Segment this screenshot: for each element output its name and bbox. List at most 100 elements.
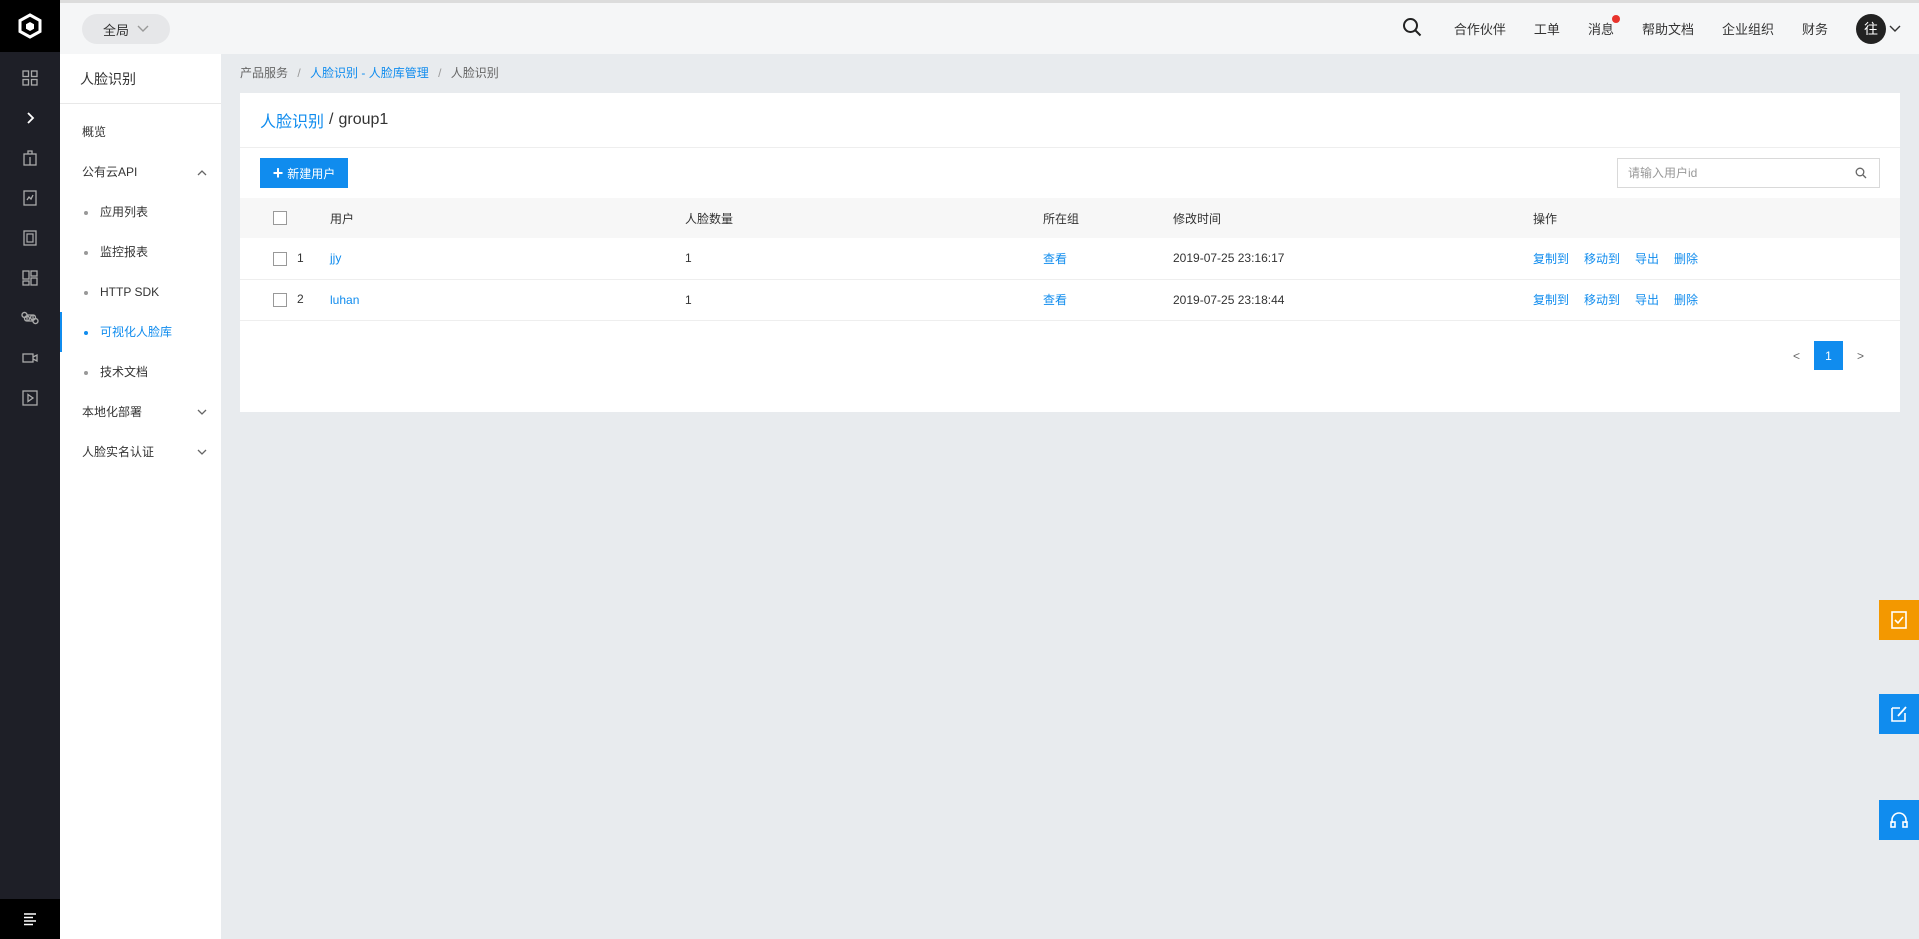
rail-item-storage[interactable] [0, 218, 60, 258]
sidebar-item-monitor-report[interactable]: 监控报表 [60, 232, 221, 272]
table-row: 1 jjy 1 查看 2019-07-25 23:16:17 复制到 移动到 导出 删… [240, 238, 1900, 279]
breadcrumb-separator: / [297, 66, 301, 80]
sidebar-item-realname[interactable]: 人脸实名认证 [60, 432, 221, 472]
command-icon [21, 311, 39, 325]
title-group-name: group1 [338, 111, 389, 128]
sidebar-item-tech-docs[interactable]: 技术文档 [60, 352, 221, 392]
play-icon [22, 390, 38, 406]
breadcrumb-link-face-lib[interactable]: 人脸识别 - 人脸库管理 [310, 66, 429, 80]
sidebar-item-overview[interactable]: 概览 [60, 112, 221, 152]
table-header-row: 用户 人脸数量 所在组 修改时间 操作 [240, 198, 1900, 238]
table-row: 2 luhan 1 查看 2019-07-25 23:18:44 复制到 移动到 导… [240, 279, 1900, 320]
left-rail [0, 0, 60, 939]
edit-icon [1891, 706, 1907, 722]
header-select-cell [240, 198, 330, 238]
avatar: 往 [1856, 13, 1886, 44]
rail-expand[interactable] [0, 98, 60, 138]
view-group-link[interactable]: 查看 [1043, 252, 1067, 266]
rail-item-camera[interactable] [0, 338, 60, 378]
rail-dashboard[interactable] [0, 58, 60, 98]
delete-link[interactable]: 删除 [1674, 293, 1698, 307]
sidebar-item-local-deploy[interactable]: 本地化部署 [60, 392, 221, 432]
sidebar-item-app-list[interactable]: 应用列表 [60, 192, 221, 232]
sidebar-item-http-sdk[interactable]: HTTP SDK [60, 272, 221, 312]
scope-selector[interactable]: 全局 [82, 14, 170, 44]
user-link[interactable]: jjy [330, 251, 341, 265]
plus-icon: + [272, 163, 284, 183]
export-link[interactable]: 导出 [1635, 252, 1659, 266]
rail-item-report[interactable] [0, 178, 60, 218]
page-1-button[interactable]: 1 [1813, 341, 1843, 370]
headset-icon [1890, 812, 1908, 828]
user-menu[interactable]: 往 [1856, 13, 1901, 44]
camera-icon [22, 353, 38, 363]
copy-to-link[interactable]: 复制到 [1533, 293, 1569, 307]
delete-link[interactable]: 删除 [1674, 252, 1698, 266]
add-user-button[interactable]: + 新建用户 [260, 158, 348, 188]
row-actions: 复制到 移动到 导出 删除 [1533, 279, 1900, 320]
user-link[interactable]: luhan [330, 293, 359, 307]
select-all-checkbox[interactable] [273, 211, 287, 226]
product-sidebar: 人脸识别 概览 公有云API 应用列表 监控报表 HTTP SDK 可视化人脸库… [60, 54, 221, 939]
nav-messages[interactable]: 消息 [1588, 15, 1620, 38]
user-id-search-input[interactable] [1618, 159, 1843, 187]
next-page-button[interactable]: > [1857, 349, 1864, 363]
rail-item-play[interactable] [0, 378, 60, 418]
rail-menu-toggle[interactable] [0, 899, 60, 939]
rail-item-command[interactable] [0, 298, 60, 338]
search-icon [1855, 167, 1867, 179]
nav-tickets[interactable]: 工单 [1534, 19, 1560, 38]
modified-time: 2019-07-25 23:16:17 [1173, 251, 1285, 266]
float-support-button[interactable] [1879, 800, 1919, 840]
export-link[interactable]: 导出 [1635, 293, 1659, 307]
move-to-link[interactable]: 移动到 [1584, 293, 1620, 307]
global-search-button[interactable] [1402, 17, 1422, 40]
nav-organization[interactable]: 企业组织 [1722, 19, 1774, 38]
menu-icon [24, 913, 36, 926]
header-actions: 操作 [1533, 211, 1558, 226]
row-checkbox[interactable] [273, 292, 287, 307]
face-count: 1 [685, 292, 692, 307]
rail-item-apps[interactable] [0, 258, 60, 298]
report-icon [23, 190, 37, 206]
prev-page-button[interactable]: < [1793, 349, 1800, 363]
nav-finance[interactable]: 财务 [1802, 19, 1828, 38]
title-link-face-recognition[interactable]: 人脸识别 [260, 108, 324, 132]
breadcrumb-root: 产品服务 [240, 66, 289, 80]
nav-partners[interactable]: 合作伙伴 [1454, 19, 1506, 38]
sidebar-item-public-api[interactable]: 公有云API [60, 152, 221, 192]
add-user-label: 新建用户 [287, 166, 336, 181]
user-table: 用户 人脸数量 所在组 修改时间 操作 1 jjy 1 查看 2019-07-2… [240, 198, 1900, 321]
sidebar-item-label: 本地化部署 [82, 405, 143, 419]
nav-help-docs[interactable]: 帮助文档 [1642, 19, 1694, 38]
page-title: 人脸识别 / group1 [240, 93, 1900, 148]
move-to-link[interactable]: 移动到 [1584, 252, 1620, 266]
grid-icon [22, 70, 38, 86]
chevron-down-icon [1889, 25, 1901, 32]
storage-icon [23, 230, 37, 246]
header-group: 所在组 [1043, 211, 1080, 226]
chevron-right-icon [27, 112, 35, 124]
copy-to-link[interactable]: 复制到 [1533, 252, 1569, 266]
float-edit-button[interactable] [1879, 694, 1919, 734]
rail-item-building[interactable] [0, 138, 60, 178]
row-select-cell: 1 [240, 238, 330, 279]
chevron-down-icon [197, 392, 207, 432]
top-nav: 合作伙伴 工单 消息 帮助文档 企业组织 财务 往 [1402, 3, 1919, 54]
logo[interactable] [0, 0, 60, 52]
view-group-link[interactable]: 查看 [1043, 293, 1067, 307]
row-select-cell: 2 [240, 279, 330, 320]
search-button[interactable] [1843, 167, 1879, 179]
chevron-down-icon [137, 25, 149, 32]
chevron-down-icon [197, 432, 207, 472]
breadcrumb-separator: / [438, 66, 442, 80]
clipboard-check-icon [1891, 611, 1907, 629]
top-bar: 全局 合作伙伴 工单 消息 帮助文档 企业组织 财务 往 [60, 0, 1919, 54]
toolbar: + 新建用户 [240, 148, 1900, 198]
float-feedback-button[interactable] [1879, 600, 1919, 640]
building-icon [23, 150, 37, 166]
row-checkbox[interactable] [273, 251, 287, 266]
sidebar-item-face-library[interactable]: 可视化人脸库 [60, 312, 221, 352]
sidebar-item-label: 公有云API [82, 165, 138, 179]
notification-dot [1611, 15, 1620, 23]
